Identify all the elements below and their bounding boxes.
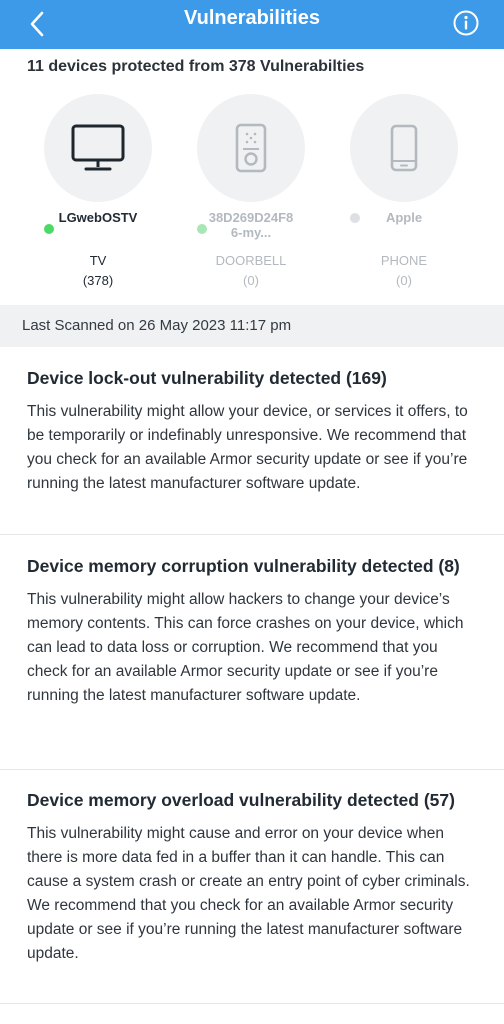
status-dot bbox=[197, 224, 207, 234]
device-name: 38D269D24F86-my... bbox=[208, 210, 294, 240]
device-card-tv[interactable]: LGwebOSTV TV (378) bbox=[28, 94, 168, 288]
protection-summary: 11 devices protected from 378 Vulnerabil… bbox=[27, 58, 365, 75]
page-title: Vulnerabilities bbox=[184, 7, 320, 29]
device-type: TV bbox=[89, 253, 107, 268]
vulnerability-title: Device memory corruption vulnerability d… bbox=[27, 556, 460, 576]
device-type: PHONE bbox=[380, 253, 428, 268]
doorbell-icon bbox=[235, 123, 267, 173]
device-card-phone[interactable]: Apple PHONE (0) bbox=[334, 94, 474, 288]
vulnerability-item[interactable]: Device memory corruption vulnerability d… bbox=[0, 555, 504, 770]
monitor-icon bbox=[71, 124, 125, 171]
device-type: DOORBELL bbox=[215, 253, 287, 268]
device-vuln-count: (0) bbox=[396, 273, 412, 288]
vulnerability-title: Device lock-out vulnerability detected (… bbox=[27, 368, 387, 388]
vulnerability-item[interactable]: Device memory overload vulnerability det… bbox=[0, 789, 504, 1004]
device-name: LGwebOSTV bbox=[58, 210, 138, 225]
device-vuln-count: (0) bbox=[243, 273, 259, 288]
phone-icon bbox=[390, 124, 418, 172]
navigation-bar: Vulnerabilities bbox=[0, 0, 504, 49]
device-name: Apple bbox=[385, 210, 423, 225]
device-avatar bbox=[44, 94, 152, 202]
back-button[interactable] bbox=[20, 5, 54, 43]
last-scanned-bar: Last Scanned on 26 May 2023 11:17 pm bbox=[0, 305, 504, 347]
vulnerability-description: This vulnerability might allow your devi… bbox=[27, 403, 468, 492]
status-dot bbox=[44, 224, 54, 234]
device-avatar bbox=[350, 94, 458, 202]
device-vuln-count: (378) bbox=[82, 273, 114, 288]
info-button[interactable] bbox=[450, 7, 482, 39]
status-dot bbox=[350, 213, 360, 223]
vulnerability-description: This vulnerability might cause and error… bbox=[27, 825, 470, 962]
vulnerability-description: This vulnerability might allow hackers t… bbox=[27, 591, 464, 704]
vulnerability-title: Device memory overload vulnerability det… bbox=[27, 790, 455, 810]
vulnerability-item[interactable]: Device lock-out vulnerability detected (… bbox=[0, 367, 504, 535]
info-circle-icon bbox=[453, 10, 479, 36]
device-avatar bbox=[197, 94, 305, 202]
chevron-left-icon bbox=[30, 11, 44, 37]
device-card-doorbell[interactable]: 38D269D24F86-my... DOORBELL (0) bbox=[181, 94, 321, 288]
